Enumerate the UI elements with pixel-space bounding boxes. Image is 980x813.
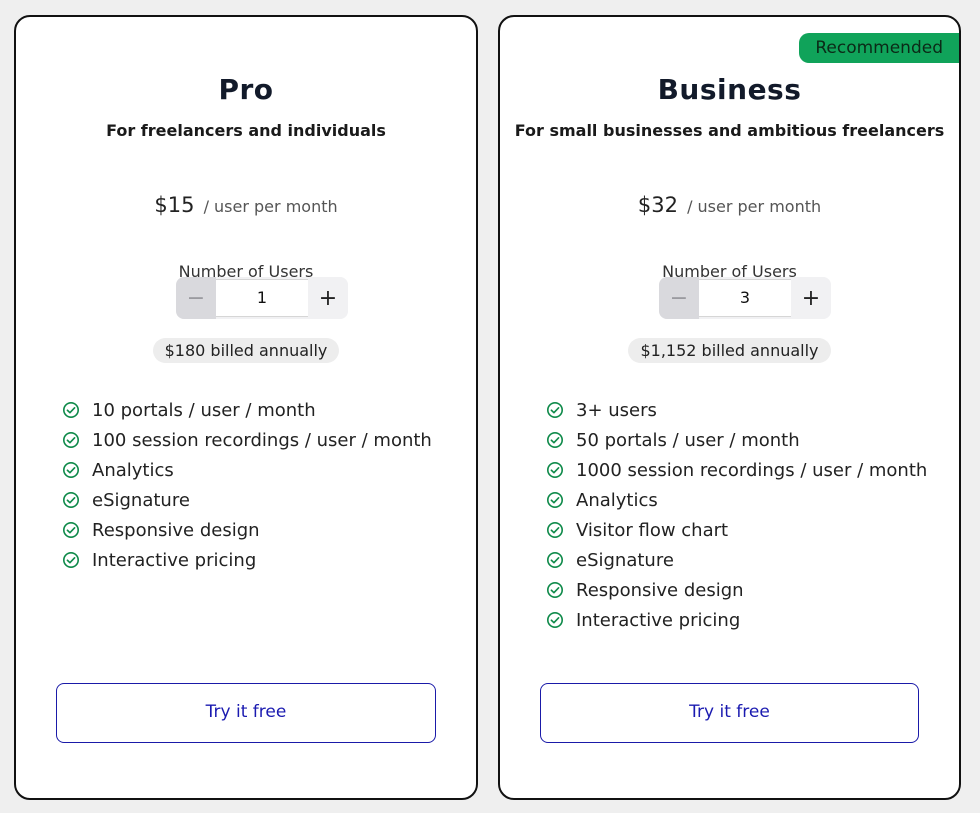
price-amount: $15 [154, 193, 195, 217]
feature-item: Analytics [546, 485, 927, 515]
feature-label: Interactive pricing [576, 609, 741, 631]
check-circle-icon [62, 521, 80, 539]
feature-item: Interactive pricing [62, 545, 432, 575]
feature-item: Analytics [62, 455, 432, 485]
decrement-button[interactable]: − [659, 277, 699, 319]
plan-price: $32 / user per month [500, 193, 959, 217]
check-circle-icon [62, 461, 80, 479]
users-count-input[interactable]: 1 [216, 279, 308, 317]
billed-annually: $180 billed annually [16, 338, 476, 363]
users-stepper: − 1 + [176, 277, 348, 319]
recommended-badge: Recommended [799, 33, 959, 63]
feature-item: eSignature [62, 485, 432, 515]
users-count-input[interactable]: 3 [699, 279, 791, 317]
check-circle-icon [62, 401, 80, 419]
feature-item: 3+ users [546, 395, 927, 425]
check-circle-icon [546, 521, 564, 539]
check-circle-icon [62, 491, 80, 509]
feature-label: eSignature [576, 549, 674, 571]
users-stepper: − 3 + [659, 277, 831, 319]
plan-price: $15 / user per month [16, 193, 476, 217]
feature-label: Analytics [92, 459, 174, 481]
feature-label: Responsive design [576, 579, 744, 601]
price-unit: / user per month [203, 197, 338, 216]
check-circle-icon [546, 401, 564, 419]
feature-label: Visitor flow chart [576, 519, 729, 541]
increment-button[interactable]: + [791, 277, 831, 319]
feature-label: eSignature [92, 489, 190, 511]
plan-subtitle: For freelancers and individuals [106, 121, 386, 140]
check-circle-icon [546, 431, 564, 449]
feature-label: Interactive pricing [92, 549, 257, 571]
price-amount: $32 [637, 193, 678, 217]
plan-title: Pro [218, 73, 274, 106]
billed-annually-badge: $1,152 billed annually [628, 338, 831, 363]
try-it-free-button[interactable]: Try it free [540, 683, 919, 743]
feature-item: 1000 session recordings / user / month [546, 455, 927, 485]
feature-label: 50 portals / user / month [576, 429, 800, 451]
feature-item: 100 session recordings / user / month [62, 425, 432, 455]
check-circle-icon [546, 461, 564, 479]
check-circle-icon [62, 551, 80, 569]
increment-button[interactable]: + [308, 277, 348, 319]
price-unit: / user per month [687, 197, 822, 216]
feature-item: Visitor flow chart [546, 515, 927, 545]
plan-card-business: Recommended Business For small businesse… [498, 15, 961, 800]
plan-subtitle: For small businesses and ambitious freel… [514, 121, 945, 140]
check-circle-icon [546, 491, 564, 509]
feature-label: Responsive design [92, 519, 260, 541]
feature-item: Responsive design [546, 575, 927, 605]
check-circle-icon [62, 431, 80, 449]
check-circle-icon [546, 581, 564, 599]
pricing-page: Pro For freelancers and individuals $15 … [0, 0, 980, 813]
billed-annually-badge: $180 billed annually [152, 338, 340, 363]
feature-list: 3+ users 50 portals / user / month 1000 … [546, 395, 927, 635]
feature-label: 1000 session recordings / user / month [576, 459, 928, 481]
feature-item: 10 portals / user / month [62, 395, 432, 425]
try-it-free-button[interactable]: Try it free [56, 683, 436, 743]
feature-label: 3+ users [576, 399, 657, 421]
feature-item: Interactive pricing [546, 605, 927, 635]
check-circle-icon [546, 611, 564, 629]
feature-label: Analytics [576, 489, 658, 511]
feature-list: 10 portals / user / month 100 session re… [62, 395, 432, 575]
feature-label: 10 portals / user / month [92, 399, 316, 421]
decrement-button[interactable]: − [176, 277, 216, 319]
feature-item: eSignature [546, 545, 927, 575]
feature-item: Responsive design [62, 515, 432, 545]
feature-label: 100 session recordings / user / month [92, 429, 432, 451]
plan-card-pro: Pro For freelancers and individuals $15 … [14, 15, 478, 800]
check-circle-icon [546, 551, 564, 569]
feature-item: 50 portals / user / month [546, 425, 927, 455]
plan-title: Business [657, 73, 802, 106]
billed-annually: $1,152 billed annually [500, 338, 959, 363]
